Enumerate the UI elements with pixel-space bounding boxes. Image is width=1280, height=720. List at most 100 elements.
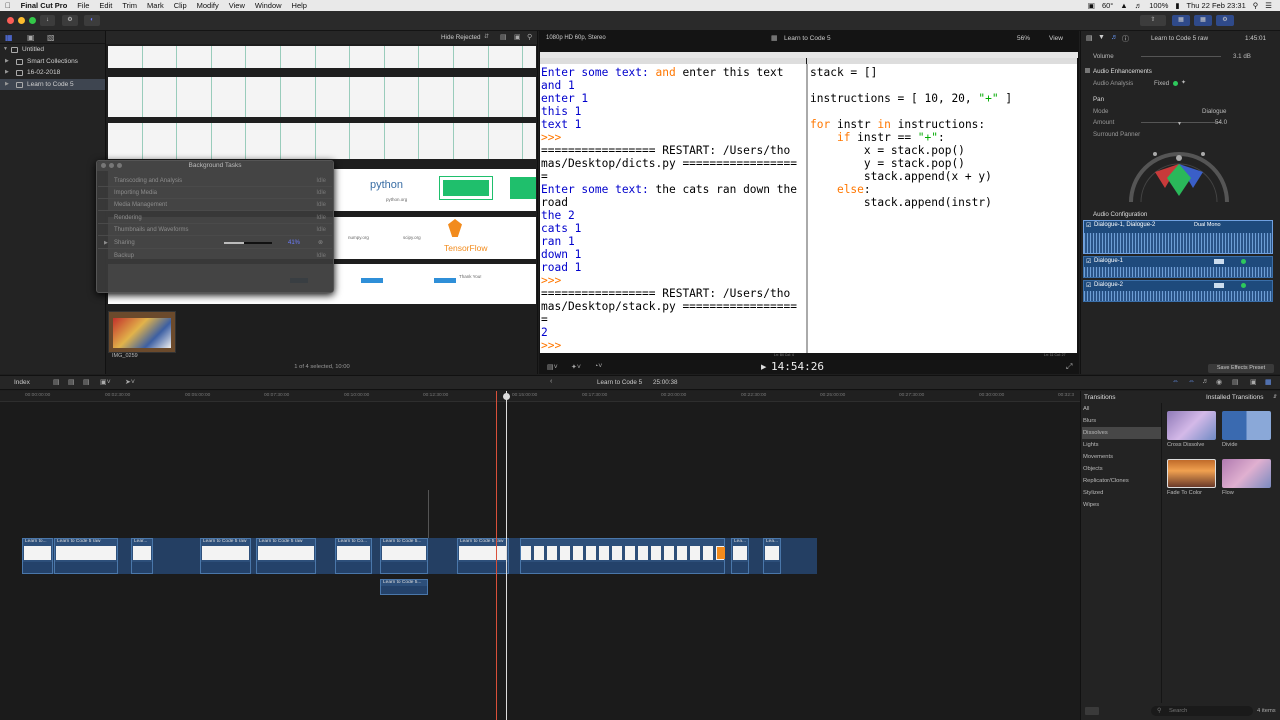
chevron-updown-icon[interactable]: ⇵ (1273, 394, 1277, 400)
menu-window[interactable]: Window (250, 1, 287, 10)
audio-analysis-row[interactable]: Audio Analysis Fixed ✦ (1081, 78, 1280, 89)
volume-row[interactable]: Volume 3.1 dB (1081, 51, 1280, 62)
libraries-icon[interactable]: ▦ (5, 33, 13, 42)
playhead[interactable] (496, 391, 497, 720)
play-icon[interactable]: ▶ (761, 363, 766, 371)
clip-appearance-icon[interactable]: ▤ (1232, 378, 1239, 386)
transition-fade-to-color[interactable] (1167, 459, 1216, 488)
menu-help[interactable]: Help (287, 1, 312, 10)
clip-thumbnail-img0259[interactable] (108, 311, 176, 353)
timeline-clip[interactable]: Learn to Code 5 raw (200, 538, 251, 574)
filmstrip-icon[interactable]: ▤ (500, 33, 507, 41)
menu-view[interactable]: View (224, 1, 250, 10)
code-editor[interactable]: stack = [] instructions = [ 10, 20, "+" ]… (808, 64, 1077, 353)
back-icon[interactable]: ‹ (550, 378, 552, 385)
color-inspector-icon[interactable]: ▼ (1098, 34, 1105, 41)
task-row[interactable]: Rendering Idle (98, 212, 332, 224)
category-blurs[interactable]: Blurs (1082, 415, 1161, 427)
search-icon[interactable]: ⚲ (527, 33, 532, 41)
disclosure-icon[interactable]: ▶ (5, 56, 9, 68)
checkbox[interactable]: ☑ (1086, 282, 1091, 289)
sidebar-toggle-icon[interactable] (1085, 707, 1099, 715)
info-inspector-icon[interactable]: ⓘ (1122, 34, 1129, 44)
idle-shell-output[interactable]: Enter some text: and enter this text and … (540, 64, 806, 353)
select-tool-icon[interactable]: ➤˅ (125, 378, 135, 386)
category-dissolves[interactable]: Dissolves (1082, 427, 1161, 439)
connected-clip[interactable]: Learn to Code 5... (380, 579, 428, 595)
save-effects-preset-button[interactable]: Save Effects Preset (1208, 364, 1274, 373)
skimmer-head[interactable] (503, 393, 510, 400)
photos-icon[interactable]: ▣ (27, 33, 35, 42)
minimize-window-button[interactable] (18, 17, 25, 24)
menu-list-icon[interactable]: ☰ (1265, 1, 1272, 10)
battery-icon[interactable]: ▮ (1175, 1, 1179, 10)
task-row[interactable]: Thumbnails and Waveforms Idle (98, 224, 332, 236)
library-item-event-date[interactable]: ▶ 16-02-2018 (0, 67, 105, 79)
category-stylized[interactable]: Stylized (1082, 487, 1161, 499)
video-inspector-icon[interactable]: ▤ (1086, 34, 1093, 42)
viewer-timecode[interactable]: 14:54:26 (771, 360, 824, 373)
category-objects[interactable]: Objects (1082, 463, 1161, 475)
disclosure-icon[interactable]: ▶ (104, 237, 108, 249)
import-button[interactable]: ↓ (40, 15, 55, 26)
filmstrip-row[interactable] (108, 46, 536, 68)
transform-tool-icon[interactable]: ✦˅ (571, 363, 581, 371)
surround-panner-widget[interactable] (1127, 142, 1231, 204)
cancel-task-icon[interactable]: ⊗ (318, 237, 323, 249)
disclosure-icon[interactable]: ▶ (5, 67, 9, 79)
audio-skimming-icon[interactable]: ♬ (1202, 378, 1209, 385)
pan-amount-row[interactable]: Amount ▼ 54.0 (1081, 117, 1280, 128)
timeline-clip[interactable]: Learn to Co... (335, 538, 372, 574)
pan-mode-row[interactable]: Mode Dialogue (1081, 106, 1280, 117)
menu-file[interactable]: File (72, 1, 94, 10)
search-icon[interactable]: ⚲ (1253, 1, 1259, 10)
overwrite-clip-icon[interactable]: ▣˅ (100, 378, 111, 386)
task-row[interactable]: Backup Idle (98, 250, 332, 262)
volume-icon[interactable]: ♬ (1135, 1, 1143, 10)
close-window-button[interactable] (101, 163, 106, 168)
channel-dialogue-1-2[interactable]: ☑ Dialogue-1, Dialogue-2 Dual Mono (1083, 220, 1273, 254)
transition-cross-dissolve[interactable] (1167, 411, 1216, 440)
background-tasks-button[interactable]: ◐ (84, 15, 100, 26)
timeline-clip[interactable]: Learn to Code 5 raw (256, 538, 316, 574)
chevron-updown-icon[interactable]: ⇵ (484, 33, 489, 40)
workspace-inspector-toggle[interactable]: ⚙ (1216, 15, 1234, 26)
channel-mode-dropdown[interactable]: Dual Mono (1194, 222, 1221, 228)
transition-flow[interactable] (1222, 459, 1271, 488)
transition-divide[interactable] (1222, 411, 1271, 440)
speed-icon[interactable]: ◔˅ (594, 363, 602, 370)
background-tasks-titlebar[interactable]: Background Tasks (97, 161, 333, 171)
workspace-timeline-toggle[interactable]: ▦ (1194, 15, 1212, 26)
category-lights[interactable]: Lights (1082, 439, 1161, 451)
menu-modify[interactable]: Modify (192, 1, 224, 10)
view-dropdown[interactable]: View (1049, 35, 1063, 42)
timeline-ruler[interactable]: 00:00:00:00 00:02:30:00 00:05:00:00 00:0… (0, 391, 1080, 402)
filmstrip-row[interactable] (108, 123, 536, 159)
channel-dialogue-2[interactable]: ☑ Dialogue-2 (1083, 280, 1273, 302)
menu-app-name[interactable]: Final Cut Pro (16, 1, 73, 10)
workspace-browser-toggle[interactable]: ▦ (1172, 15, 1190, 26)
dropbox-icon[interactable]: ▣ (1088, 1, 1095, 10)
category-wipes[interactable]: Wipes (1082, 499, 1161, 511)
viewer-options-icon[interactable]: ▤˅ (547, 363, 558, 371)
category-replicator-clones[interactable]: Replicator/Clones (1082, 475, 1161, 487)
skimming-icon[interactable]: ⇔ (1172, 378, 1179, 385)
close-window-button[interactable] (7, 17, 14, 24)
clock[interactable]: Thu 22 Feb 23:31 (1187, 1, 1246, 10)
volume-slider[interactable] (1141, 56, 1221, 57)
volume-value[interactable]: 3.1 dB (1233, 51, 1251, 62)
menu-mark[interactable]: Mark (142, 1, 169, 10)
zoom-window-button[interactable] (29, 17, 36, 24)
search-input-box[interactable]: ⚲ Search (1151, 706, 1253, 716)
library-item-smart-collections[interactable]: ▶ Smart Collections (0, 56, 105, 68)
checkbox[interactable]: ☑ (1086, 222, 1091, 229)
timeline-clip[interactable]: Lea... (763, 538, 781, 574)
wifi-icon[interactable]: ▲ (1120, 1, 1127, 10)
append-clip-icon[interactable]: ▤ (83, 378, 90, 386)
effects-browser-icon[interactable]: ▣ (1250, 378, 1257, 386)
search-placeholder[interactable]: Search (1169, 708, 1187, 714)
transitions-browser-icon[interactable]: ▦ (1265, 378, 1272, 386)
installed-transitions-dropdown[interactable]: Installed Transitions (1206, 394, 1263, 401)
timeline-clip[interactable]: Learn to Code 5 raw (54, 538, 118, 574)
task-row[interactable]: Media Management Idle (98, 199, 332, 211)
